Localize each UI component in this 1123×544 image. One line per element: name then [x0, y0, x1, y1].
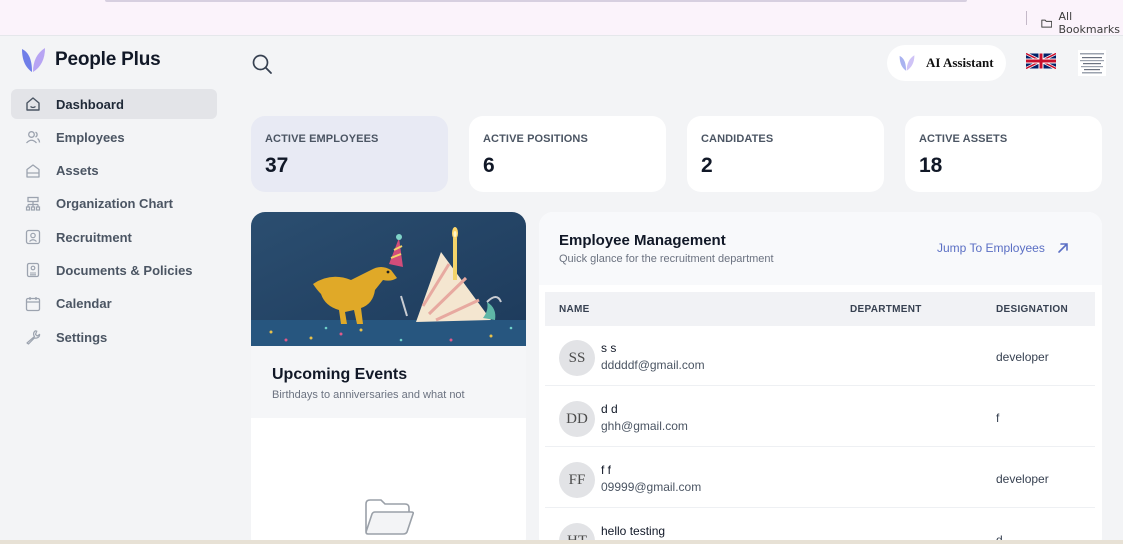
ai-assistant-logo-icon — [899, 55, 915, 71]
sidebar-item-label: Organization Chart — [56, 196, 174, 212]
avatar: DD — [559, 401, 595, 437]
events-subtitle: Birthdays to anniversaries and what not — [272, 389, 465, 401]
search-icon — [252, 54, 272, 74]
folder-open-icon — [365, 499, 415, 535]
upcoming-events-card: Upcoming Events Birthdays to anniversari… — [251, 212, 526, 544]
stat-label: CANDIDATES — [701, 133, 774, 145]
sidebar-item-label: Recruitment — [56, 229, 132, 245]
document-icon — [26, 263, 40, 278]
stat-value: 2 — [701, 154, 713, 177]
sidebar-item-dashboard[interactable]: Dashboard — [11, 89, 217, 119]
all-bookmarks-label: All Bookmarks — [1058, 10, 1120, 36]
sidebar-item-label: Employees — [56, 129, 125, 145]
bookmarks-separator — [1026, 11, 1027, 25]
brand-name: People Plus — [55, 49, 161, 70]
employee-name: d d — [601, 402, 618, 416]
users-icon — [26, 131, 41, 144]
stat-card-active-employees[interactable]: ACTIVE EMPLOYEES 37 — [251, 116, 448, 192]
all-bookmarks-button[interactable]: All Bookmarks — [1041, 10, 1123, 36]
column-header-department[interactable]: DEPARTMENT — [850, 304, 922, 315]
sidebar-item-label: Calendar — [56, 296, 112, 312]
avatar: SS — [559, 340, 595, 376]
org-chart-icon — [25, 196, 41, 211]
employee-management-subtitle: Quick glance for the recruitment departm… — [559, 253, 774, 265]
home-icon — [26, 97, 40, 111]
events-title: Upcoming Events — [272, 366, 408, 383]
people-plus-logo-icon — [22, 48, 45, 72]
employee-name: f f — [601, 463, 612, 477]
employee-name: hello testing — [601, 524, 666, 538]
employee-management-header: Employee Management Quick glance for the… — [539, 212, 1102, 285]
employee-email: ghh@gmail.com — [601, 419, 688, 433]
sidebar-nav: Dashboard Employees Assets Organization … — [11, 89, 217, 355]
employee-name: s s — [601, 341, 617, 355]
sidebar-item-label: Assets — [56, 163, 99, 179]
folder-icon — [1041, 19, 1053, 28]
stat-label: ACTIVE EMPLOYEES — [265, 133, 379, 145]
table-row[interactable]: SS s s dddddf@gmail.com developer — [545, 326, 1095, 386]
jump-to-employees-label: Jump To Employees — [937, 241, 1045, 255]
employee-designation: developer — [996, 350, 1049, 364]
sidebar-item-label: Documents & Policies — [56, 262, 193, 278]
employee-management-card: Employee Management Quick glance for the… — [539, 212, 1102, 544]
sidebar-item-label: Settings — [56, 329, 108, 345]
events-header: Upcoming Events Birthdays to anniversari… — [251, 346, 526, 418]
employee-email: 09999@gmail.com — [601, 480, 702, 494]
avatar: FF — [559, 462, 595, 498]
search-button[interactable] — [251, 53, 273, 75]
language-selector[interactable] — [1025, 52, 1057, 70]
birthday-dinosaur-image — [251, 212, 526, 346]
bookmarks-bar: All Bookmarks — [0, 0, 1123, 36]
sidebar-item-recruitment[interactable]: Recruitment — [11, 222, 217, 252]
employee-designation: developer — [996, 472, 1049, 486]
uk-flag-icon — [1025, 52, 1057, 70]
box-icon — [26, 163, 40, 178]
ai-assistant-label: AI Assistant — [926, 55, 994, 70]
table-row[interactable]: DD d d ghh@gmail.com f — [545, 387, 1095, 447]
employee-email: dddddf@gmail.com — [601, 358, 705, 372]
wrench-icon — [26, 330, 41, 345]
app-logo[interactable]: People Plus — [20, 46, 161, 74]
arrow-up-right-icon — [1058, 243, 1068, 253]
sidebar-item-label: Dashboard — [56, 96, 124, 112]
sidebar-item-calendar[interactable]: Calendar — [11, 289, 217, 319]
jump-to-employees-link[interactable]: Jump To Employees — [937, 241, 1069, 255]
profile-image-icon — [1078, 50, 1106, 76]
profile-avatar[interactable] — [1078, 50, 1106, 76]
stat-label: ACTIVE ASSETS — [919, 133, 1008, 145]
sidebar-item-settings[interactable]: Settings — [11, 322, 217, 352]
table-row[interactable]: FF f f 09999@gmail.com developer — [545, 448, 1095, 508]
table-row[interactable]: HT hello testing d — [545, 509, 1095, 544]
sidebar-item-organization-chart[interactable]: Organization Chart — [11, 189, 217, 219]
table-header: NAME DEPARTMENT DESIGNATION — [545, 292, 1095, 326]
stat-card-candidates[interactable]: CANDIDATES 2 — [687, 116, 884, 192]
stat-card-active-assets[interactable]: ACTIVE ASSETS 18 — [905, 116, 1102, 192]
stat-value: 6 — [483, 154, 495, 177]
employee-management-title: Employee Management — [559, 232, 726, 249]
ai-assistant-button[interactable]: AI Assistant — [887, 45, 1006, 81]
stat-value: 37 — [265, 154, 289, 177]
calendar-icon — [25, 296, 41, 311]
id-badge-icon — [25, 230, 41, 245]
stat-card-active-positions[interactable]: ACTIVE POSITIONS 6 — [469, 116, 666, 192]
sidebar-item-employees[interactable]: Employees — [11, 122, 217, 152]
column-header-name[interactable]: NAME — [559, 304, 590, 315]
sidebar-item-assets[interactable]: Assets — [11, 156, 217, 186]
stat-value: 18 — [919, 154, 943, 177]
sidebar-item-documents-policies[interactable]: Documents & Policies — [11, 255, 217, 285]
employee-designation: f — [996, 411, 1000, 425]
tab-strip-edge — [105, 0, 967, 2]
column-header-designation[interactable]: DESIGNATION — [996, 304, 1068, 315]
stat-label: ACTIVE POSITIONS — [483, 133, 588, 145]
window-bottom-edge — [0, 540, 1123, 544]
